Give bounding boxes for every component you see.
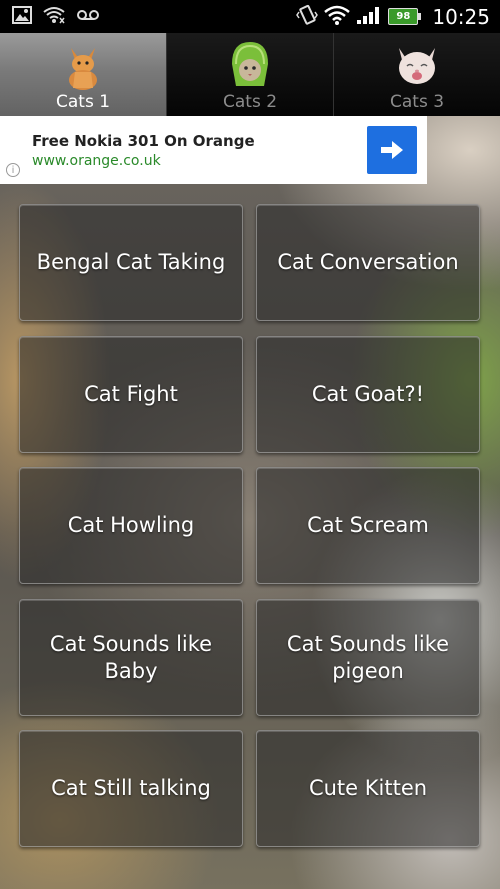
tab-bar: Cats 1 Cats 2 Cats 3	[0, 33, 500, 116]
sound-button-label: Bengal Cat Taking	[36, 250, 226, 274]
sound-button-cat-still-talking[interactable]: Cat Still talking	[19, 730, 243, 847]
ad-go-button[interactable]	[367, 126, 417, 174]
tab-cats-2[interactable]: Cats 2	[167, 33, 334, 116]
sound-button-label: Cat Sounds like pigeon	[286, 631, 450, 683]
voicemail-icon	[76, 7, 100, 26]
status-clock: 10:25	[432, 4, 490, 29]
ad-banner[interactable]: Free Nokia 301 On Orange www.orange.co.u…	[0, 116, 427, 184]
tab-cats-3[interactable]: Cats 3	[334, 33, 500, 116]
status-bar: 98 10:25	[0, 0, 500, 33]
vibrate-icon	[296, 4, 319, 30]
sound-button-cat-scream[interactable]: Cat Scream	[256, 467, 480, 584]
sound-button-label: Cat Sounds like Baby	[49, 631, 213, 683]
orange-kitten-thumbnail	[69, 48, 97, 90]
tab-cats-1[interactable]: Cats 1	[0, 33, 167, 116]
sound-button-cat-sounds-like-baby[interactable]: Cat Sounds like Baby	[19, 599, 243, 716]
sound-button-cat-howling[interactable]: Cat Howling	[19, 467, 243, 584]
sound-button-cat-fight[interactable]: Cat Fight	[19, 336, 243, 453]
sound-button-label: Cat Fight	[84, 382, 178, 406]
image-icon	[12, 5, 32, 28]
info-icon[interactable]: i	[6, 163, 20, 177]
battery-level: 98	[396, 11, 411, 22]
wifi-signal-icon	[42, 6, 66, 28]
sound-button-label: Cat Still talking	[51, 776, 211, 800]
sound-button-label: Cat Scream	[307, 513, 429, 537]
arrow-right-icon	[381, 141, 403, 159]
battery-icon: 98	[388, 8, 422, 25]
sound-button-cat-conversation[interactable]: Cat Conversation	[256, 204, 480, 321]
cell-signal-icon	[356, 5, 382, 29]
ad-url: www.orange.co.uk	[32, 153, 161, 169]
sound-button-cute-kitten[interactable]: Cute Kitten	[256, 730, 480, 847]
melon-helmet-cat-thumbnail	[232, 42, 268, 86]
ad-title: Free Nokia 301 On Orange	[32, 132, 255, 150]
white-kitten-thumbnail	[399, 48, 435, 84]
sound-button-label: Cute Kitten	[308, 776, 428, 800]
wifi-icon	[324, 5, 351, 29]
sound-button-label: Cat Howling	[67, 513, 195, 537]
sound-button-label: Cat Goat?!	[311, 382, 425, 406]
tab-label: Cats 2	[222, 92, 278, 112]
tab-label: Cats 3	[389, 92, 445, 112]
sound-button-cat-goat[interactable]: Cat Goat?!	[256, 336, 480, 453]
sound-button-bengal-cat-taking[interactable]: Bengal Cat Taking	[19, 204, 243, 321]
sound-button-cat-sounds-like-pigeon[interactable]: Cat Sounds like pigeon	[256, 599, 480, 716]
tab-label: Cats 1	[55, 92, 111, 112]
sound-button-label: Cat Conversation	[277, 250, 459, 274]
